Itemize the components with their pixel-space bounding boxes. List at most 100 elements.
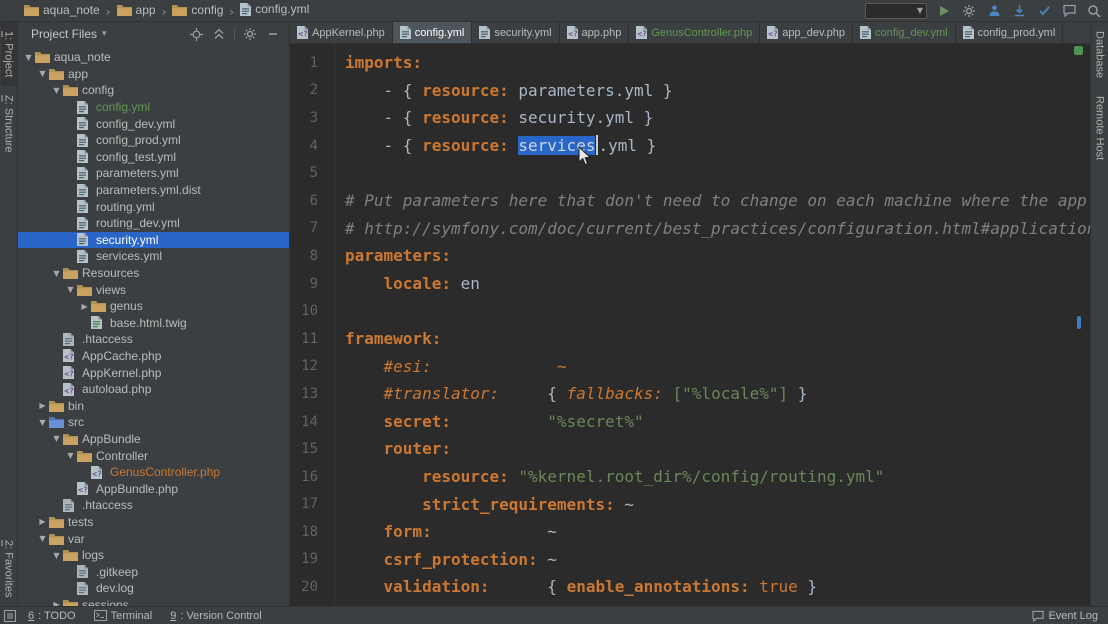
collapse-arrow-icon[interactable]: ▼ bbox=[50, 434, 63, 443]
editor-tab[interactable]: <? app.php bbox=[560, 22, 630, 43]
breadcrumb-item[interactable]: config.yml bbox=[240, 2, 309, 16]
status-item-eventlog[interactable]: Event Log bbox=[1032, 610, 1098, 622]
editor-line[interactable]: 4 - { resource: services .yml } bbox=[290, 132, 1090, 160]
tool-window-switcher-icon[interactable] bbox=[4, 609, 16, 622]
editor-tab[interactable]: config_dev.yml bbox=[853, 22, 956, 43]
editor-line[interactable]: 3 - { resource: security.yml } bbox=[290, 104, 1090, 132]
tool-button-remotehost[interactable]: Remote Host bbox=[1092, 87, 1108, 169]
tree-item[interactable]: .htaccess bbox=[18, 331, 289, 348]
tool-button-project[interactable]: 1: Project bbox=[0, 22, 17, 87]
messages-icon[interactable] bbox=[1061, 3, 1077, 19]
tree-item[interactable]: ▼ app bbox=[18, 66, 289, 83]
scrollbar-mark[interactable] bbox=[1077, 316, 1081, 329]
tree-item[interactable]: ▶ tests bbox=[18, 514, 289, 531]
collapse-arrow-icon[interactable]: ▼ bbox=[50, 551, 63, 560]
editor-line[interactable]: 12 #esi: ~ bbox=[290, 353, 1090, 381]
collapse-arrow-icon[interactable]: ▼ bbox=[50, 269, 63, 278]
tool-button-structure[interactable]: Z: Structure bbox=[1, 86, 17, 161]
inspection-indicator-icon[interactable] bbox=[1074, 46, 1083, 55]
expand-arrow-icon[interactable]: ▶ bbox=[78, 302, 91, 311]
tree-item[interactable]: ▶ genus bbox=[18, 298, 289, 315]
editor-line[interactable]: 2 - { resource: parameters.yml } bbox=[290, 77, 1090, 105]
editor-line[interactable]: 11 framework: bbox=[290, 325, 1090, 353]
tree-item[interactable]: services.yml bbox=[18, 248, 289, 265]
tree-item[interactable]: ▼ src bbox=[18, 414, 289, 431]
search-icon[interactable] bbox=[1086, 3, 1102, 19]
tree-item[interactable]: routing.yml bbox=[18, 198, 289, 215]
tree-item[interactable]: routing_dev.yml bbox=[18, 215, 289, 232]
run-icon[interactable] bbox=[936, 3, 952, 19]
editor-line[interactable]: 19 csrf_protection: ~ bbox=[290, 546, 1090, 574]
tree-item[interactable]: ▼ Resources bbox=[18, 265, 289, 282]
tree-item[interactable]: parameters.yml bbox=[18, 165, 289, 182]
editor-tab[interactable]: <? AppKernel.php bbox=[290, 22, 393, 43]
collapse-arrow-icon[interactable]: ▼ bbox=[22, 53, 35, 62]
editor-tab[interactable]: config_prod.yml bbox=[956, 22, 1064, 43]
editor-line[interactable]: 1 imports: bbox=[290, 49, 1090, 77]
tree-item[interactable]: config_test.yml bbox=[18, 149, 289, 166]
tree-item[interactable]: dev.log bbox=[18, 580, 289, 597]
collapse-arrow-icon[interactable]: ▼ bbox=[36, 534, 49, 543]
tree-item[interactable]: ▼ AppBundle bbox=[18, 431, 289, 448]
tree-item[interactable]: ▼ var bbox=[18, 530, 289, 547]
tree-item[interactable]: base.html.twig bbox=[18, 315, 289, 332]
tree-item[interactable]: ▼ Controller bbox=[18, 447, 289, 464]
tree-item[interactable]: ▶ bin bbox=[18, 397, 289, 414]
editor-line[interactable]: 13 #translator: { fallbacks: ["%locale%"… bbox=[290, 380, 1090, 408]
editor-line[interactable]: 17 strict_requirements: ~ bbox=[290, 491, 1090, 519]
tree-item[interactable]: ▼ config bbox=[18, 82, 289, 99]
editor-tab[interactable]: <? app_dev.php bbox=[760, 22, 854, 43]
editor-line[interactable]: 10 bbox=[290, 297, 1090, 325]
breadcrumb-item[interactable]: aqua_note bbox=[24, 3, 100, 17]
tree-item[interactable]: .htaccess bbox=[18, 497, 289, 514]
tree-item[interactable]: ▼ aqua_note bbox=[18, 49, 289, 66]
editor-line[interactable]: 18 form: ~ bbox=[290, 518, 1090, 546]
editor-line[interactable]: 14 secret: "%secret%" bbox=[290, 408, 1090, 436]
panel-title[interactable]: Project Files bbox=[31, 27, 97, 41]
editor-line[interactable]: 15 router: bbox=[290, 435, 1090, 463]
tool-button-favorites[interactable]: 2: Favorites bbox=[1, 531, 17, 606]
editor-line[interactable]: 5 bbox=[290, 159, 1090, 187]
tree-item[interactable]: <? GenusController.php bbox=[18, 464, 289, 481]
tree-item[interactable]: <? autoload.php bbox=[18, 381, 289, 398]
expand-arrow-icon[interactable]: ▶ bbox=[36, 517, 49, 526]
editor-line[interactable]: 6 # Put parameters here that don't need t… bbox=[290, 187, 1090, 215]
collapse-arrow-icon[interactable]: ▼ bbox=[36, 418, 49, 427]
settings-icon[interactable] bbox=[961, 3, 977, 19]
editor-tab[interactable]: <? GenusController.php bbox=[629, 22, 761, 43]
tree-item[interactable]: config_prod.yml bbox=[18, 132, 289, 149]
tree-item[interactable]: ▼ logs bbox=[18, 547, 289, 564]
settings-icon[interactable] bbox=[242, 26, 258, 42]
collapse-arrow-icon[interactable]: ▼ bbox=[64, 451, 77, 460]
editor-tab[interactable]: security.yml bbox=[472, 22, 560, 43]
hide-icon[interactable] bbox=[265, 26, 281, 42]
collapse-all-icon[interactable] bbox=[211, 26, 227, 42]
tree-item[interactable]: <? AppCache.php bbox=[18, 348, 289, 365]
editor-tab[interactable]: config.yml bbox=[392, 22, 473, 43]
breadcrumb-item[interactable]: config bbox=[172, 3, 223, 17]
editor[interactable]: 1 imports: 2 - { resource: parameters.yml … bbox=[290, 44, 1090, 606]
status-item-versioncontrol[interactable]: 9: Version Control bbox=[170, 610, 261, 622]
run-config-dropdown[interactable]: ▼ bbox=[865, 2, 927, 19]
breadcrumb-item[interactable]: app bbox=[116, 3, 156, 17]
tree-item[interactable]: parameters.yml.dist bbox=[18, 182, 289, 199]
editor-line[interactable]: 16 resource: "%kernel.root_dir%/config/r… bbox=[290, 463, 1090, 491]
locate-icon[interactable] bbox=[188, 26, 204, 42]
tree-item[interactable]: <? AppKernel.php bbox=[18, 364, 289, 381]
status-item-terminal[interactable]: Terminal bbox=[93, 610, 152, 622]
editor-line[interactable]: 7 # http://symfony.com/doc/current/best_p… bbox=[290, 215, 1090, 243]
chevron-down-icon[interactable]: ▾ bbox=[102, 29, 107, 39]
editor-line[interactable]: 20 validation: { enable_annotations: tru… bbox=[290, 573, 1090, 601]
collapse-arrow-icon[interactable]: ▼ bbox=[36, 69, 49, 78]
tree-item[interactable]: .gitkeep bbox=[18, 563, 289, 580]
tree-item[interactable]: config.yml bbox=[18, 99, 289, 116]
tree-item[interactable]: ▼ views bbox=[18, 281, 289, 298]
collapse-arrow-icon[interactable]: ▼ bbox=[64, 285, 77, 294]
collapse-arrow-icon[interactable]: ▼ bbox=[50, 86, 63, 95]
tree-item[interactable]: security.yml bbox=[18, 231, 289, 249]
tree-item[interactable]: config_dev.yml bbox=[18, 115, 289, 132]
vcs-update-icon[interactable] bbox=[1011, 3, 1027, 19]
tool-button-database[interactable]: Database bbox=[1092, 22, 1108, 87]
status-item-todo[interactable]: 6: TODO bbox=[28, 610, 76, 622]
expand-arrow-icon[interactable]: ▶ bbox=[36, 401, 49, 410]
